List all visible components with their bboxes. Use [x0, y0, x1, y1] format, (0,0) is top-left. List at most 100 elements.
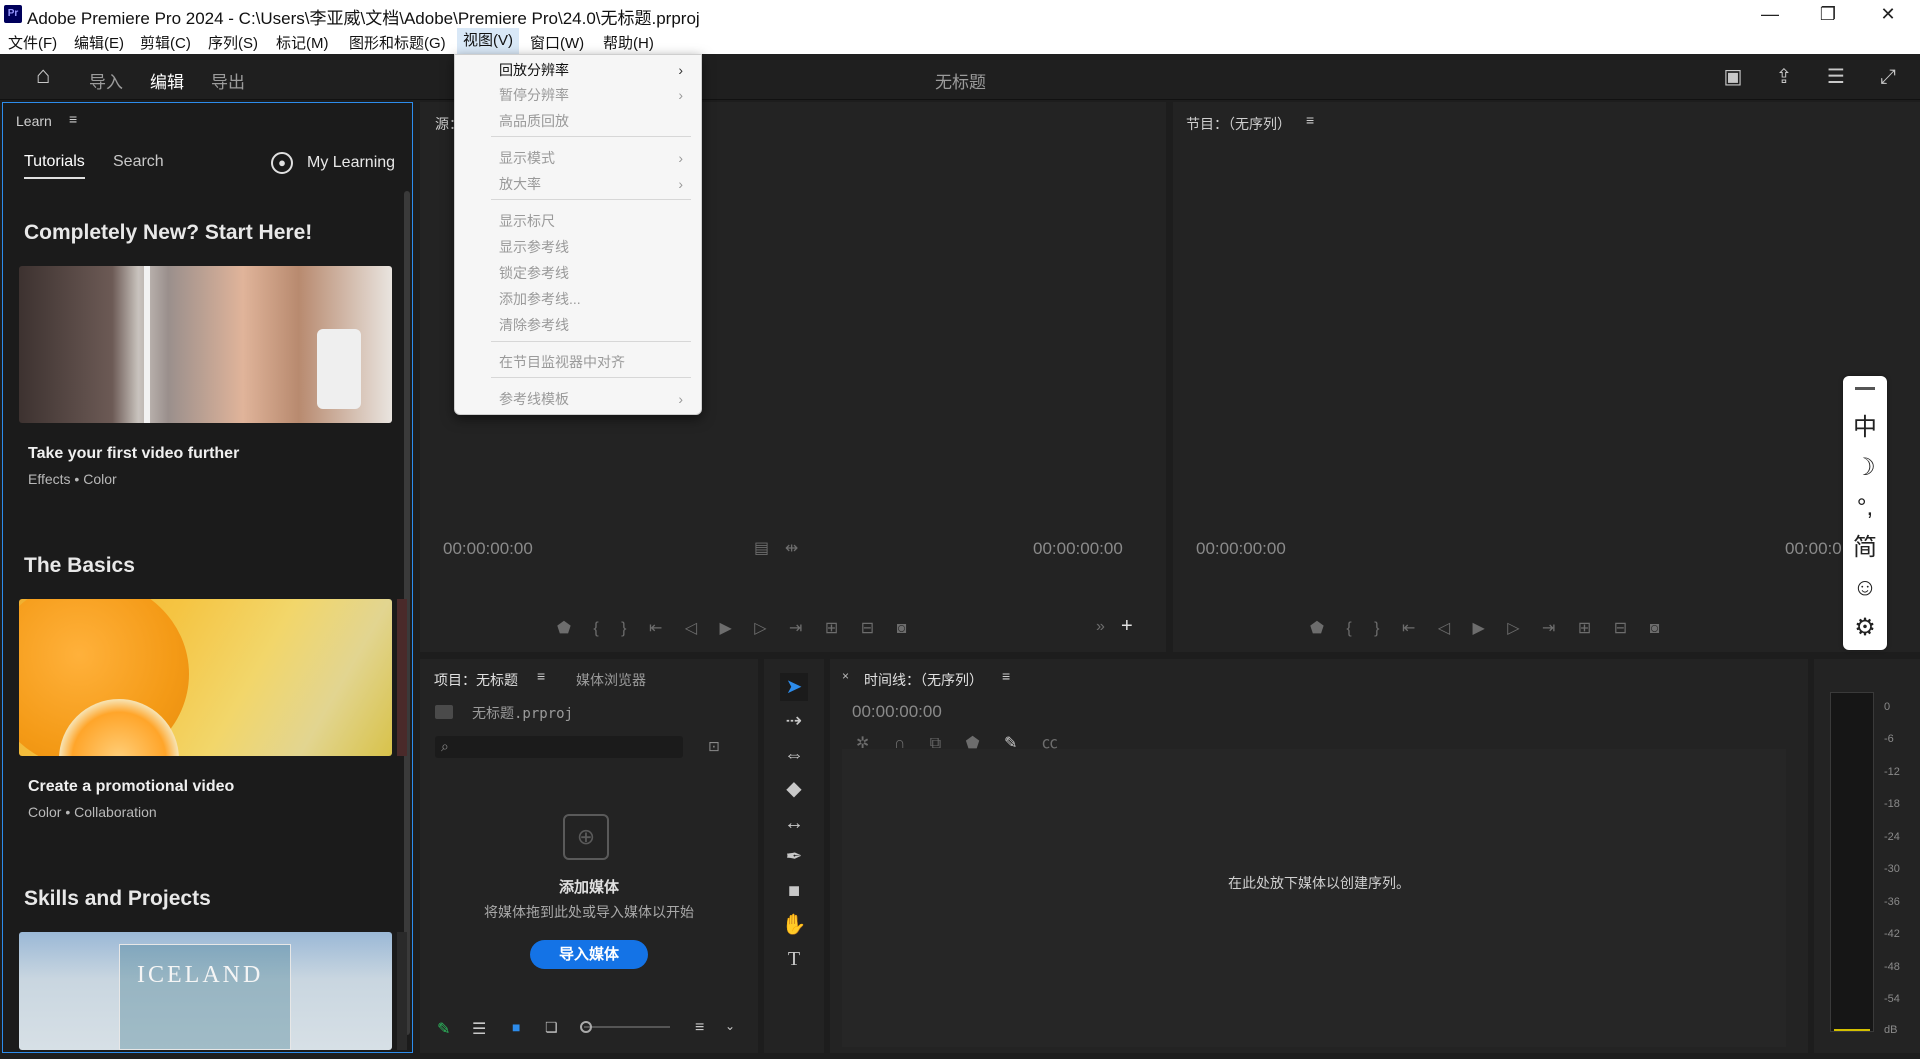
freeform-view-icon[interactable]: ❏ [545, 1019, 558, 1036]
tutorial-thumbnail-video-further[interactable] [19, 266, 392, 423]
ime-chinese-mode-icon[interactable]: 中 [1843, 408, 1887, 448]
close-icon[interactable]: ✕ [1860, 0, 1916, 28]
home-icon[interactable]: ⌂ [31, 64, 55, 88]
section-heading-basics: The Basics [24, 554, 135, 577]
project-tab[interactable]: 项目：无标题 [434, 670, 518, 690]
panel-menu-icon[interactable]: ≡ [69, 111, 77, 127]
import-media-button[interactable]: 导入媒体 [530, 940, 648, 969]
selection-tool-icon[interactable]: ➤ [780, 673, 808, 701]
settings-icon[interactable]: ▤ [754, 538, 769, 558]
tutorial-thumbnail-promo[interactable] [19, 599, 392, 756]
ime-toolbar: 中 ☽ °, 简 ☺ ⚙ [1843, 376, 1887, 650]
tab-search[interactable]: Search [113, 153, 164, 171]
hand-tool-icon[interactable]: ✋ [780, 911, 808, 939]
menu-item-magnification[interactable]: 放大率 › [455, 172, 703, 196]
fullscreen-icon[interactable]: ⤢ [1876, 66, 1900, 88]
add-button-icon[interactable]: + [1121, 615, 1133, 638]
collapse-icon[interactable] [1855, 387, 1875, 390]
project-panel: 项目：无标题 ≡ 媒体浏览器 无标题.prproj ⌕ ⊡ ⊕ 添加媒体 将媒体… [420, 659, 758, 1053]
menu-item-show-rulers[interactable]: 显示标尺 [455, 209, 703, 233]
tab-tutorials[interactable]: Tutorials [24, 153, 85, 179]
tab-import[interactable]: 导入 [89, 68, 123, 93]
workspace-bar: ⌂ 导入 编辑 导出 无标题 ▣ ⇪ ☰ ⤢ [0, 54, 1920, 104]
menu-item-high-quality-playback[interactable]: 高品质回放 [455, 109, 703, 133]
panel-menu-icon[interactable]: ≡ [1002, 668, 1010, 684]
share-icon[interactable]: ⇪ [1772, 66, 1796, 88]
rectangle-tool-icon[interactable]: ■ [780, 877, 808, 905]
program-transport-controls[interactable]: ⬟ { } ⇤ ◁ ▶ ▷ ⇥ ⊞ ⊟ ◙ [1310, 618, 1659, 638]
menu-edit[interactable]: 编辑(E) [74, 32, 124, 53]
menu-item-show-guides[interactable]: 显示参考线 [455, 235, 703, 259]
source-tc-left[interactable]: 00:00:00:00 [443, 539, 533, 559]
tab-edit[interactable]: 编辑 [150, 68, 184, 104]
menu-item-clear-guides[interactable]: 清除参考线 [455, 313, 703, 337]
source-transport-controls[interactable]: ⬟ { } ⇤ ◁ ▶ ▷ ⇥ ⊞ ⊟ ◙ [557, 618, 906, 638]
minimize-icon[interactable]: — [1742, 0, 1798, 28]
timeline-tab[interactable]: 时间线：（无序列） [864, 670, 983, 690]
panel-menu-icon[interactable]: ≡ [537, 668, 545, 684]
menu-item-display-mode[interactable]: 显示模式 › [455, 146, 703, 170]
coffee-cup [317, 329, 361, 409]
fit-icon[interactable]: ⇹ [785, 538, 798, 558]
tutorial-thumbnail-iceland[interactable]: ICELAND [19, 932, 392, 1050]
tag: Collaboration [74, 804, 157, 820]
ime-moon-icon[interactable]: ☽ [1843, 448, 1887, 488]
type-tool-icon[interactable]: T [780, 945, 808, 973]
menu-sequence[interactable]: 序列(S) [208, 32, 258, 53]
my-learning-link[interactable]: My Learning [307, 154, 395, 172]
restore-icon[interactable]: ❐ [1800, 0, 1856, 28]
pen-tool-icon[interactable]: ✒ [780, 843, 808, 871]
ime-punctuation-icon[interactable]: °, [1843, 488, 1887, 528]
menu-item-lock-guides[interactable]: 锁定参考线 [455, 261, 703, 285]
card-tags: Effects • Color [28, 471, 117, 487]
new-bin-icon[interactable]: ⊡ [708, 738, 720, 755]
menu-item-snap-in-program-monitor[interactable]: 在节目监视器中对齐 [455, 350, 703, 374]
media-browser-tab[interactable]: 媒体浏览器 [576, 670, 646, 690]
menu-help[interactable]: 帮助(H) [603, 32, 654, 53]
ime-emoji-icon[interactable]: ☺ [1843, 568, 1887, 608]
panel-options-icon[interactable]: ☰ [1824, 66, 1848, 88]
program-tc-left[interactable]: 00:00:00:00 [1196, 539, 1286, 559]
search-input[interactable] [435, 736, 683, 758]
sort-icon[interactable]: ≡ [695, 1019, 704, 1037]
timeline-panel: × 时间线：（无序列） ≡ 00:00:00:00 ✲ ∩ ⧉ ⬟ ✎ ㏄ 在此… [830, 659, 1808, 1053]
timeline-drop-area[interactable] [842, 749, 1786, 1047]
ime-settings-icon[interactable]: ⚙ [1843, 608, 1887, 648]
menu-item-add-guide[interactable]: 添加参考线... [455, 287, 703, 311]
chevron-down-icon[interactable]: ⌄ [725, 1019, 735, 1033]
workspaces-icon[interactable]: ▣ [1721, 66, 1745, 88]
menu-item-guide-templates[interactable]: 参考线模板 › [455, 387, 703, 411]
user-icon[interactable]: ● [271, 152, 293, 174]
menu-item-playback-resolution[interactable]: 回放分辨率 › [455, 58, 703, 82]
more-controls-icon[interactable]: » [1096, 618, 1105, 636]
menu-marker[interactable]: 标记(M) [276, 32, 329, 53]
meter-label: dB [1884, 1024, 1898, 1036]
menu-clip[interactable]: 剪辑(C) [140, 32, 191, 53]
menu-separator [491, 377, 691, 378]
tab-export[interactable]: 导出 [211, 68, 245, 93]
menu-item-paused-resolution[interactable]: 暂停分辨率 › [455, 83, 703, 107]
zoom-slider[interactable] [584, 1026, 670, 1028]
pencil-icon[interactable]: ✎ [437, 1019, 450, 1039]
zoom-slider-handle[interactable] [580, 1021, 592, 1033]
slip-tool-icon[interactable]: ↔ [780, 809, 808, 837]
menu-file[interactable]: 文件(F) [8, 32, 57, 53]
chevron-right-icon: › [678, 391, 683, 407]
close-tab-icon[interactable]: × [842, 669, 849, 683]
list-view-icon[interactable]: ☰ [472, 1019, 486, 1039]
track-select-tool-icon[interactable]: ⇢ [780, 707, 808, 735]
razor-tool-icon[interactable]: ◆ [780, 775, 808, 803]
menu-window[interactable]: 窗口(W) [530, 32, 584, 53]
timeline-timecode[interactable]: 00:00:00:00 [852, 702, 942, 722]
panel-menu-icon[interactable]: ≡ [1306, 112, 1314, 128]
ime-simplified-icon[interactable]: 简 [1843, 528, 1887, 568]
tag: Color [28, 804, 62, 820]
meter-label: -48 [1884, 961, 1900, 973]
card-title-promo[interactable]: Create a promotional video [28, 778, 234, 796]
divider [144, 266, 150, 423]
card-title-video-further[interactable]: Take your first video further [28, 445, 239, 463]
menu-graphics[interactable]: 图形和标题(G) [349, 32, 446, 53]
menu-view[interactable]: 视图(V) [457, 28, 519, 54]
icon-view-icon[interactable]: ■ [512, 1019, 520, 1035]
ripple-edit-tool-icon[interactable]: ⇔ [780, 741, 808, 769]
